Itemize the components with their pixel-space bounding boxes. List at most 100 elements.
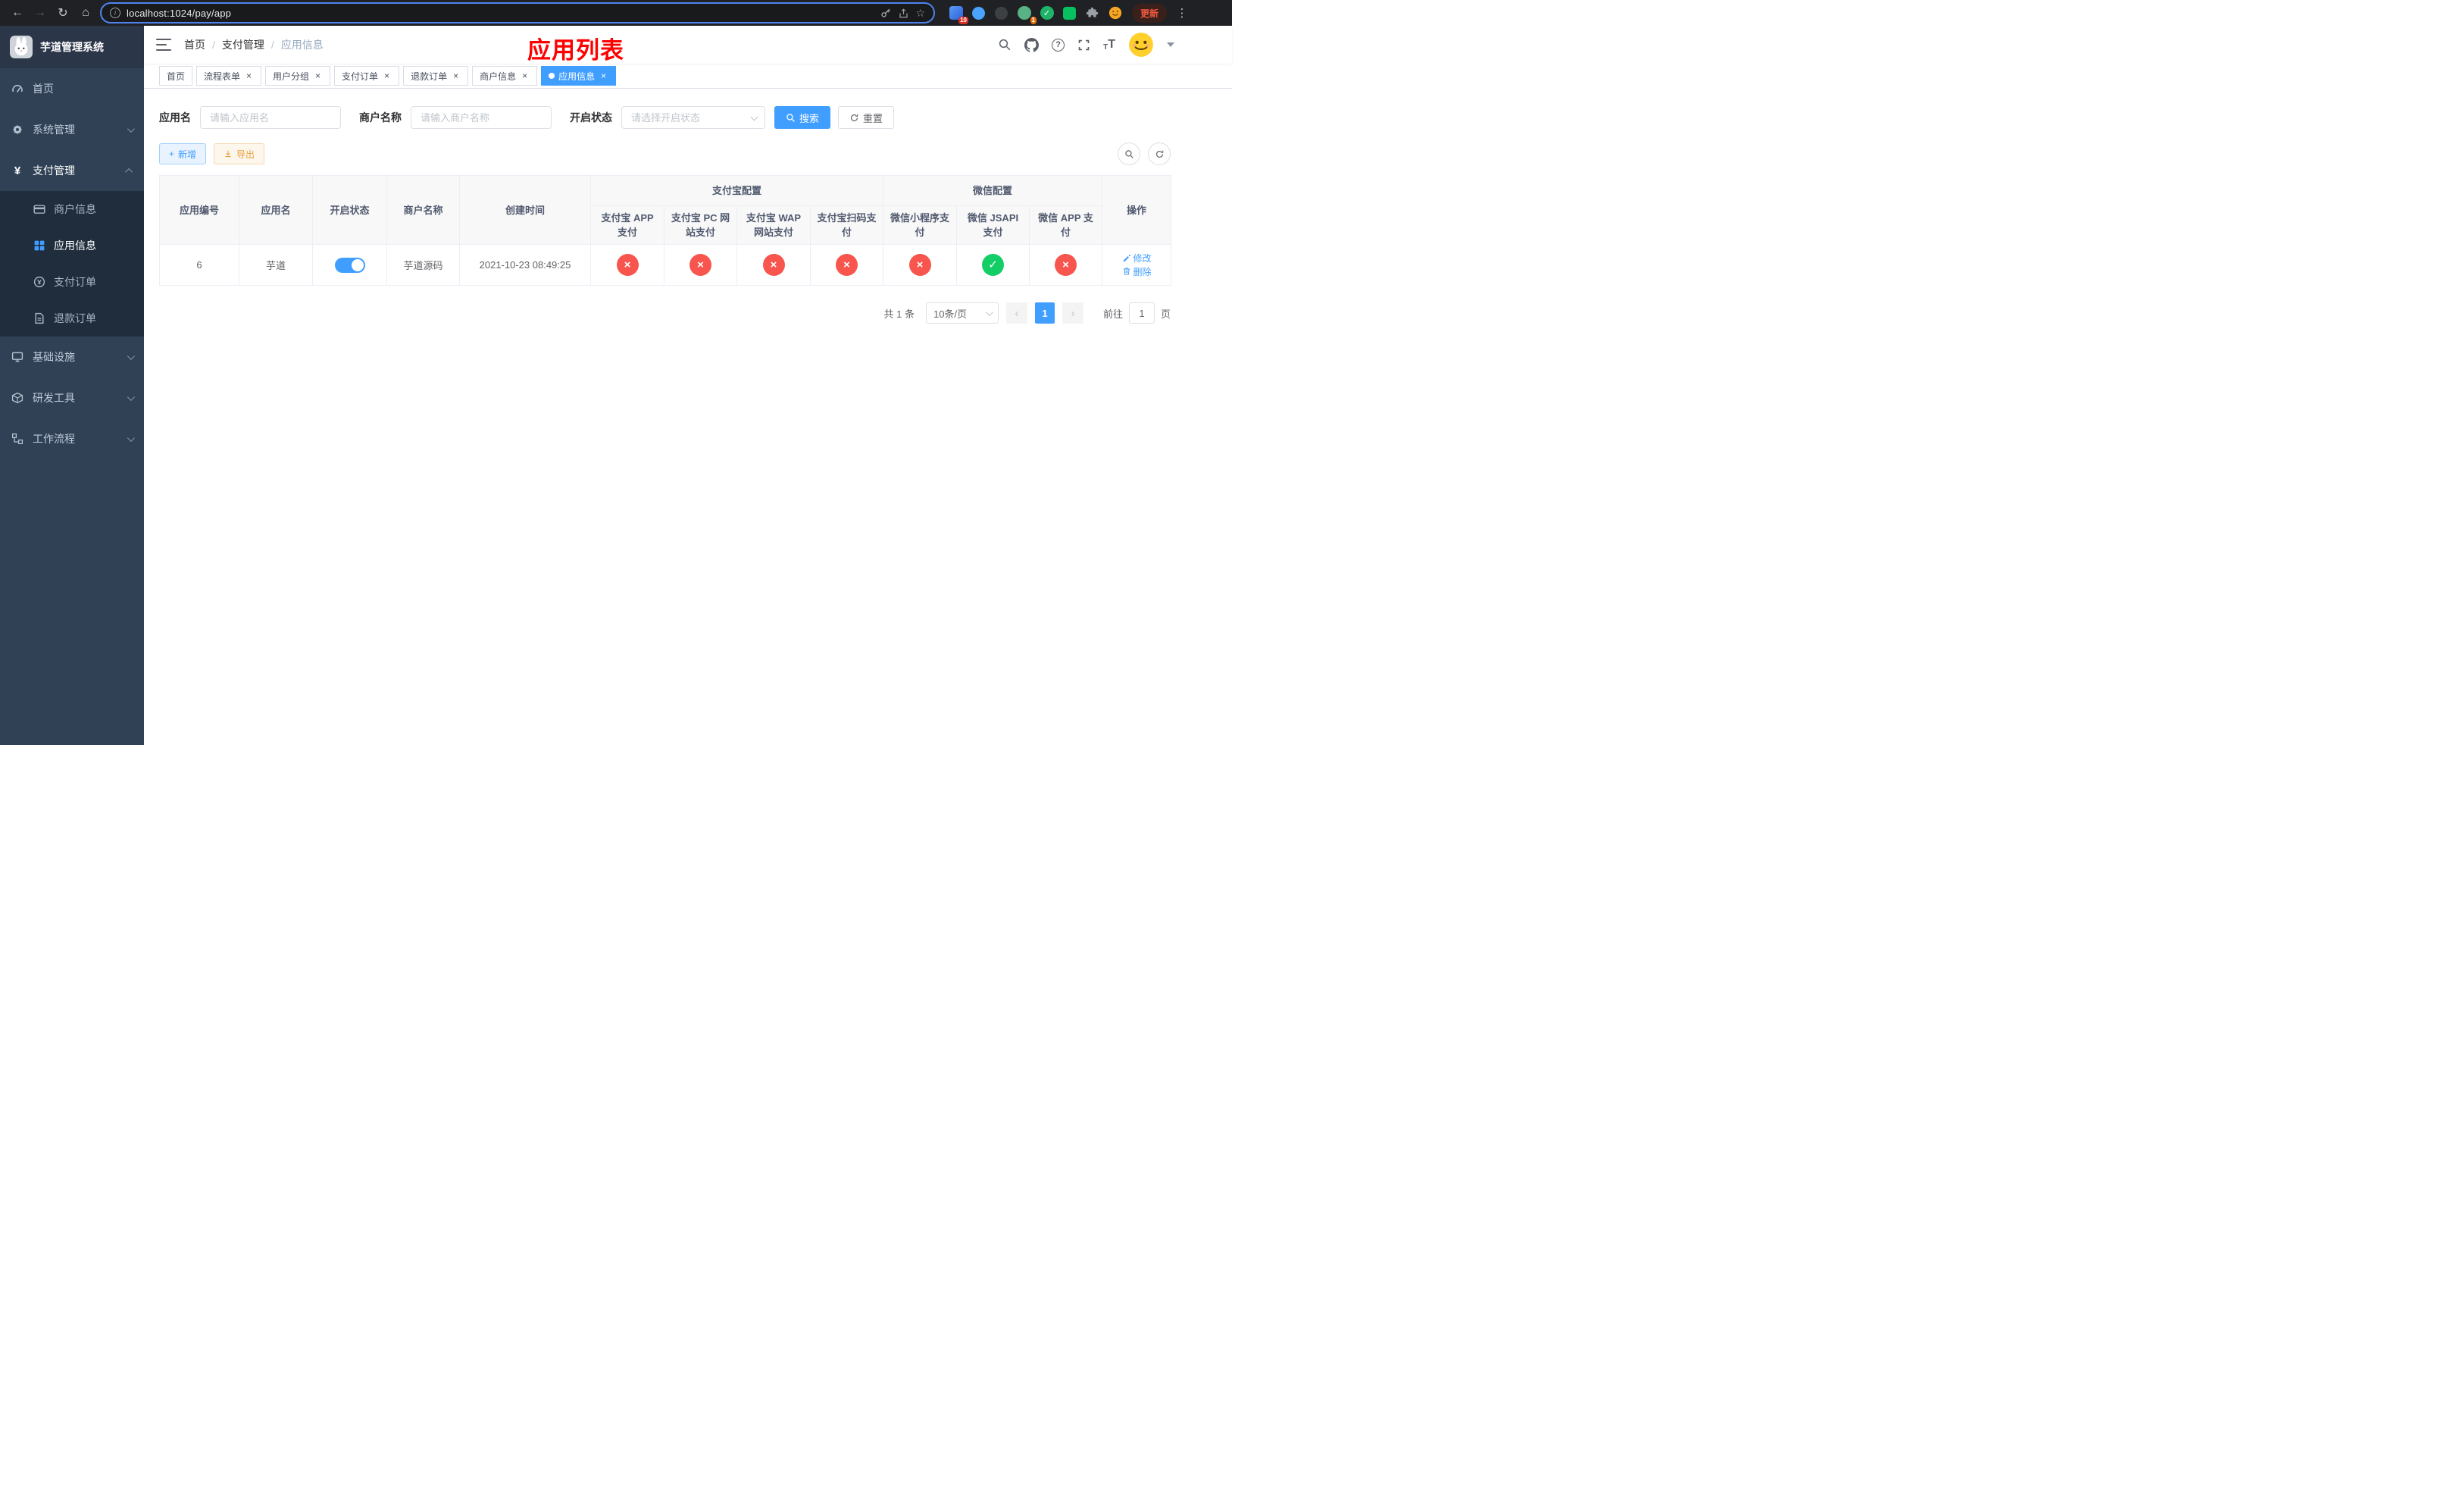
export-button[interactable]: 导出 <box>214 143 265 164</box>
trash-icon <box>1123 268 1130 275</box>
sidebar-item-merchant-info[interactable]: 商户信息 <box>0 191 144 227</box>
cell-app-id: 6 <box>159 244 239 286</box>
password-key-icon[interactable] <box>880 7 892 19</box>
toggle-search-icon[interactable] <box>1118 142 1140 165</box>
user-avatar[interactable] <box>1128 32 1154 58</box>
extension-glyph <box>1063 6 1076 20</box>
search-button[interactable]: 搜索 <box>774 106 831 129</box>
extension-icon[interactable]: 10 <box>949 6 968 24</box>
chevron-down-icon <box>127 352 135 360</box>
browser-menu-icon[interactable]: ⋮ <box>1174 6 1190 20</box>
logo-rabbit-icon <box>10 36 33 58</box>
browser-back-button[interactable]: ← <box>6 2 29 24</box>
site-info-icon[interactable]: i <box>110 8 120 18</box>
box-icon <box>11 392 23 404</box>
cell-created: 2021-10-23 08:49:25 <box>459 244 591 286</box>
sidebar-item-label: 退款订单 <box>54 312 96 324</box>
sidebar-item-home[interactable]: 首页 <box>0 68 144 109</box>
active-dot <box>549 73 555 79</box>
sidebar-item-label: 支付管理 <box>33 164 75 177</box>
tab-process-form[interactable]: 流程表单 × <box>196 66 262 86</box>
share-icon[interactable] <box>898 8 909 19</box>
help-icon[interactable]: ? <box>1052 38 1065 52</box>
extension-icon[interactable] <box>1062 6 1077 20</box>
tab-pay-orders[interactable]: 支付订单 × <box>334 66 400 86</box>
add-button[interactable]: + 新增 <box>159 143 207 164</box>
col-header-wx-app: 微信 APP 支付 <box>1029 205 1103 245</box>
delete-link[interactable]: 删除 <box>1122 265 1152 278</box>
reset-button[interactable]: 重置 <box>838 106 895 129</box>
github-icon[interactable] <box>1024 37 1040 52</box>
prev-page-button[interactable]: ‹ <box>1005 302 1027 324</box>
goto-page-input[interactable] <box>1128 302 1155 324</box>
sidebar-toggle-icon[interactable] <box>156 39 171 51</box>
workflow-icon <box>11 433 23 445</box>
sidebar-item-app-info[interactable]: 应用信息 <box>0 227 144 264</box>
extension-icon[interactable] <box>971 6 986 20</box>
sidebar-item-dev-tools[interactable]: 研发工具 <box>0 377 144 418</box>
avatar-dropdown-caret-icon[interactable] <box>1167 42 1174 47</box>
browser-home-button[interactable]: ⌂ <box>74 2 97 24</box>
next-page-button[interactable]: › <box>1062 302 1083 324</box>
close-icon[interactable]: × <box>382 71 392 81</box>
cell-wx-mini: × <box>883 244 958 286</box>
extension-icon[interactable]: 1 <box>1017 6 1037 24</box>
tab-app-info[interactable]: 应用信息 × <box>541 66 617 86</box>
plus-icon: + <box>169 149 175 159</box>
extension-smiley-icon[interactable] <box>1108 6 1122 20</box>
close-icon[interactable]: × <box>520 71 530 81</box>
tab-home[interactable]: 首页 <box>159 66 193 86</box>
edit-link[interactable]: 修改 <box>1122 252 1152 265</box>
search-icon[interactable] <box>998 38 1012 52</box>
fullscreen-icon[interactable] <box>1077 39 1090 52</box>
merchant-name-input[interactable] <box>411 106 552 129</box>
yen-icon: ¥ <box>14 164 21 177</box>
col-header-status: 开启状态 <box>312 175 387 245</box>
tab-merchant-info[interactable]: 商户信息 × <box>472 66 538 86</box>
close-icon[interactable]: × <box>599 71 608 81</box>
page-size-select[interactable]: 10条/页 <box>925 302 999 324</box>
close-icon[interactable]: × <box>244 71 254 81</box>
goto-label: 前往 <box>1102 308 1123 320</box>
tab-refund-orders[interactable]: 退款订单 × <box>403 66 469 86</box>
search-icon <box>786 113 795 122</box>
status-badge: × <box>762 254 785 276</box>
browser-update-button[interactable]: 更新 <box>1132 3 1168 23</box>
sidebar-item-system[interactable]: 系统管理 <box>0 109 144 150</box>
sidebar-item-pay-orders[interactable]: 支付订单 <box>0 264 144 300</box>
browser-refresh-button[interactable]: ↻ <box>52 2 74 24</box>
browser-forward-button[interactable]: → <box>29 2 52 24</box>
page-number-1[interactable]: 1 <box>1034 302 1055 324</box>
close-icon[interactable]: × <box>451 71 461 81</box>
sidebar-item-infrastructure[interactable]: 基础设施 <box>0 337 144 377</box>
url-text[interactable]: localhost:1024/pay/app <box>127 8 874 19</box>
col-header-name: 应用名 <box>239 175 313 245</box>
extension-glyph <box>972 6 985 20</box>
sidebar-item-refund-orders[interactable]: 退款订单 <box>0 300 144 337</box>
extension-icon[interactable] <box>994 6 1008 20</box>
font-size-icon[interactable]: TT <box>1103 38 1115 52</box>
app-logo[interactable]: 芋道管理系统 <box>0 26 144 68</box>
payment-submenu: 商户信息 应用信息 支付订单 退款订单 <box>0 191 144 337</box>
status-toggle[interactable] <box>334 257 365 273</box>
chevron-down-icon <box>127 124 135 133</box>
sidebar-item-workflow[interactable]: 工作流程 <box>0 418 144 459</box>
extensions-puzzle-icon[interactable] <box>1085 6 1099 20</box>
close-icon[interactable]: × <box>313 71 323 81</box>
tab-user-group[interactable]: 用户分组 × <box>265 66 331 86</box>
status-select-input[interactable] <box>621 106 765 129</box>
refresh-table-icon[interactable] <box>1148 142 1171 165</box>
status-select[interactable] <box>621 106 765 129</box>
breadcrumb-separator: / <box>212 39 215 51</box>
pay-order-icon <box>33 276 45 288</box>
address-bar[interactable]: i localhost:1024/pay/app ☆ <box>100 2 935 23</box>
app-name-input[interactable] <box>200 106 341 129</box>
check-icon: ✓ <box>1040 6 1054 20</box>
sidebar-item-payment[interactable]: ¥ 支付管理 <box>0 150 144 191</box>
bookmark-star-icon[interactable]: ☆ <box>915 7 925 20</box>
sidebar-item-label: 基础设施 <box>33 351 75 363</box>
breadcrumb-payment[interactable]: 支付管理 <box>222 37 264 52</box>
download-icon <box>225 150 231 158</box>
breadcrumb-home[interactable]: 首页 <box>184 37 205 52</box>
extension-icon[interactable]: ✓ <box>1040 6 1054 20</box>
